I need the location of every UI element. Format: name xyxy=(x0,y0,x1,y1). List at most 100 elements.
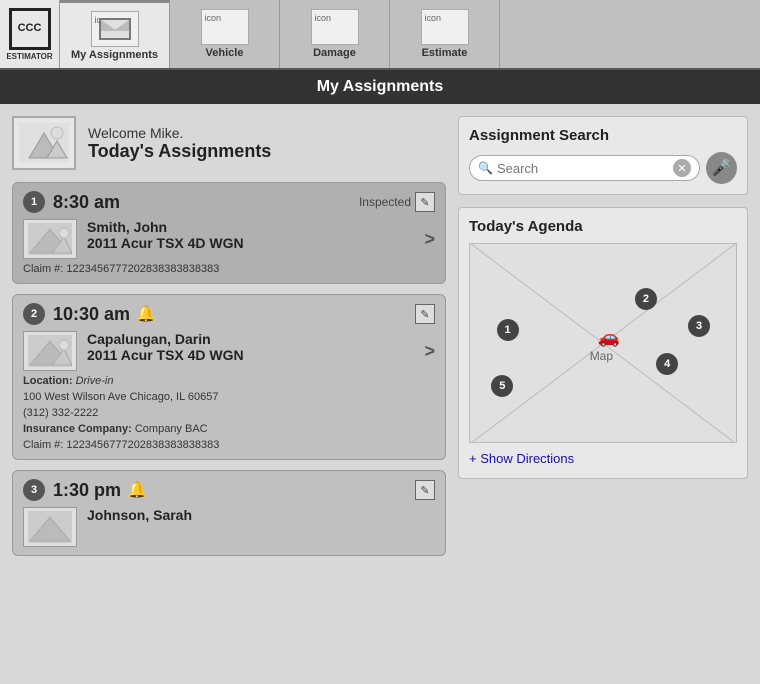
thumb-image-3 xyxy=(28,511,72,543)
card-body-3: Johnson, Sarah xyxy=(23,507,435,547)
status-text-1: Inspected xyxy=(359,195,411,209)
phone-text-2: (312) 332-2222 xyxy=(23,407,98,419)
bell-icon-2: 🔔 xyxy=(136,304,156,324)
clear-search-button[interactable]: ✕ xyxy=(673,159,691,177)
edit-icon-3[interactable]: ✎ xyxy=(415,480,435,500)
edit-icon-1[interactable]: ✎ xyxy=(415,192,435,212)
card-vehicle-1: 2011 Acur TSX 4D WGN xyxy=(87,235,418,251)
tab-label-my-assignments: My Assignments xyxy=(71,49,158,61)
card-time-3: 1:30 pm xyxy=(53,480,121,501)
icon-label: icon xyxy=(315,13,332,23)
card-time-2: 10:30 am xyxy=(53,304,130,325)
claim-text-2: Claim #: 1223456777202838383838383 xyxy=(23,439,219,451)
card-name-3: Johnson, Sarah xyxy=(87,507,435,523)
welcome-image xyxy=(12,116,76,170)
assignment-card-1[interactable]: 1 8:30 am Inspected ✎ Smith, xyxy=(12,182,446,284)
map-label: Map xyxy=(590,349,613,363)
tab-label-vehicle: Vehicle xyxy=(206,47,244,59)
card-thumb-2 xyxy=(23,331,77,371)
agenda-title: Today's Agenda xyxy=(469,218,737,235)
location-text-2: Drive-in xyxy=(76,375,114,387)
card-number-3: 3 xyxy=(23,479,45,501)
card-time-1: 8:30 am xyxy=(53,192,120,213)
thumb-image-2 xyxy=(28,335,72,367)
card-thumb-3 xyxy=(23,507,77,547)
left-panel: Welcome Mike. Today's Assignments 1 8:30… xyxy=(12,116,446,672)
card-insurance-2: Insurance Company: Company BAC xyxy=(23,423,435,435)
card-header-3: 3 1:30 pm 🔔 ✎ xyxy=(23,479,435,501)
microphone-button[interactable]: 🎤 xyxy=(706,152,737,184)
search-bar: 🔍 ✕ 🎤 xyxy=(469,152,737,184)
card-location-2: Location: Drive-in xyxy=(23,375,435,387)
assignment-card-3[interactable]: 3 1:30 pm 🔔 ✎ Johnson, Sarah xyxy=(12,470,446,556)
tab-vehicle[interactable]: icon Vehicle xyxy=(170,0,280,68)
bell-icon-3: 🔔 xyxy=(127,480,147,500)
card-header-1: 1 8:30 am Inspected ✎ xyxy=(23,191,435,213)
card-status-2: ✎ xyxy=(415,304,435,324)
tab-estimate[interactable]: icon Estimate xyxy=(390,0,500,68)
map-dot-1: 1 xyxy=(497,319,519,341)
card-number-2: 2 xyxy=(23,303,45,325)
map-dot-5: 5 xyxy=(491,375,513,397)
card-arrow-2[interactable]: > xyxy=(424,341,435,362)
search-title: Assignment Search xyxy=(469,127,737,144)
tab-my-assignments[interactable]: icon My Assignments xyxy=(60,0,170,68)
card-address-2: 100 West Wilson Ave Chicago, IL 60657 xyxy=(23,391,435,403)
welcome-section: Welcome Mike. Today's Assignments xyxy=(12,116,446,170)
assignment-card-2[interactable]: 2 10:30 am 🔔 ✎ Capalungan, Dar xyxy=(12,294,446,460)
card-thumb-1 xyxy=(23,219,77,259)
search-section: Assignment Search 🔍 ✕ 🎤 xyxy=(458,116,748,195)
page-header: My Assignments xyxy=(0,70,760,104)
thumb-image-1 xyxy=(28,223,72,255)
agenda-section: Today's Agenda Map 🚗 1 2 3 4 5 + Show Di… xyxy=(458,207,748,479)
search-icon: 🔍 xyxy=(478,161,493,175)
card-arrow-1[interactable]: > xyxy=(424,229,435,250)
card-header-2: 2 10:30 am 🔔 ✎ xyxy=(23,303,435,325)
estimator-label: ESTIMATOR xyxy=(6,52,52,61)
map-dot-4: 4 xyxy=(656,353,678,375)
logo-box: CCC xyxy=(9,8,51,50)
map-container: Map 🚗 1 2 3 4 5 xyxy=(469,243,737,443)
map-dot-2: 2 xyxy=(635,288,657,310)
show-directions-link[interactable]: + Show Directions xyxy=(469,451,574,466)
tab-label-estimate: Estimate xyxy=(422,47,468,59)
card-vehicle-2: 2011 Acur TSX 4D WGN xyxy=(87,347,418,363)
card-status-3: ✎ xyxy=(415,480,435,500)
search-input[interactable] xyxy=(497,161,673,176)
vehicle-icon-box: icon xyxy=(201,9,249,45)
map-dot-3: 3 xyxy=(688,315,710,337)
my-assignments-icon-box: icon xyxy=(91,11,139,47)
card-body-2: Capalungan, Darin 2011 Acur TSX 4D WGN > xyxy=(23,331,435,371)
card-number-1: 1 xyxy=(23,191,45,213)
estimate-icon-box: icon xyxy=(421,9,469,45)
envelope-icon xyxy=(99,18,131,40)
mountain-icon xyxy=(19,123,69,163)
address-text-2: 100 West Wilson Ave Chicago, IL 60657 xyxy=(23,391,218,403)
insurance-text-2: Company BAC xyxy=(135,423,208,435)
edit-icon-2[interactable]: ✎ xyxy=(415,304,435,324)
icon-label: icon xyxy=(425,13,442,23)
tab-label-damage: Damage xyxy=(313,47,356,59)
card-body-1: Smith, John 2011 Acur TSX 4D WGN > xyxy=(23,219,435,259)
card-name-1: Smith, John xyxy=(87,219,418,235)
damage-icon-box: icon xyxy=(311,9,359,45)
greeting: Welcome Mike. xyxy=(88,125,271,141)
today-title: Today's Assignments xyxy=(88,141,271,162)
card-name-2: Capalungan, Darin xyxy=(87,331,418,347)
icon-label: icon xyxy=(205,13,222,23)
page-title: My Assignments xyxy=(317,78,444,95)
welcome-text: Welcome Mike. Today's Assignments xyxy=(88,125,271,162)
card-phone-2: (312) 332-2222 xyxy=(23,407,435,419)
card-info-3: Johnson, Sarah xyxy=(87,507,435,523)
top-navigation: CCC ESTIMATOR icon My Assignments icon V… xyxy=(0,0,760,70)
logo: CCC ESTIMATOR xyxy=(0,0,60,68)
right-panel: Assignment Search 🔍 ✕ 🎤 Today's Agenda M… xyxy=(458,116,748,672)
card-claim-2: Claim #: 1223456777202838383838383 xyxy=(23,439,435,451)
card-info-2: Capalungan, Darin 2011 Acur TSX 4D WGN xyxy=(87,331,418,363)
card-info-1: Smith, John 2011 Acur TSX 4D WGN xyxy=(87,219,418,251)
logo-text: CCC xyxy=(18,23,42,34)
tab-damage[interactable]: icon Damage xyxy=(280,0,390,68)
claim-text-1: Claim #: 1223456777202838383838383 xyxy=(23,263,219,275)
car-icon: 🚗 xyxy=(598,327,620,348)
card-status-1: Inspected ✎ xyxy=(359,192,435,212)
